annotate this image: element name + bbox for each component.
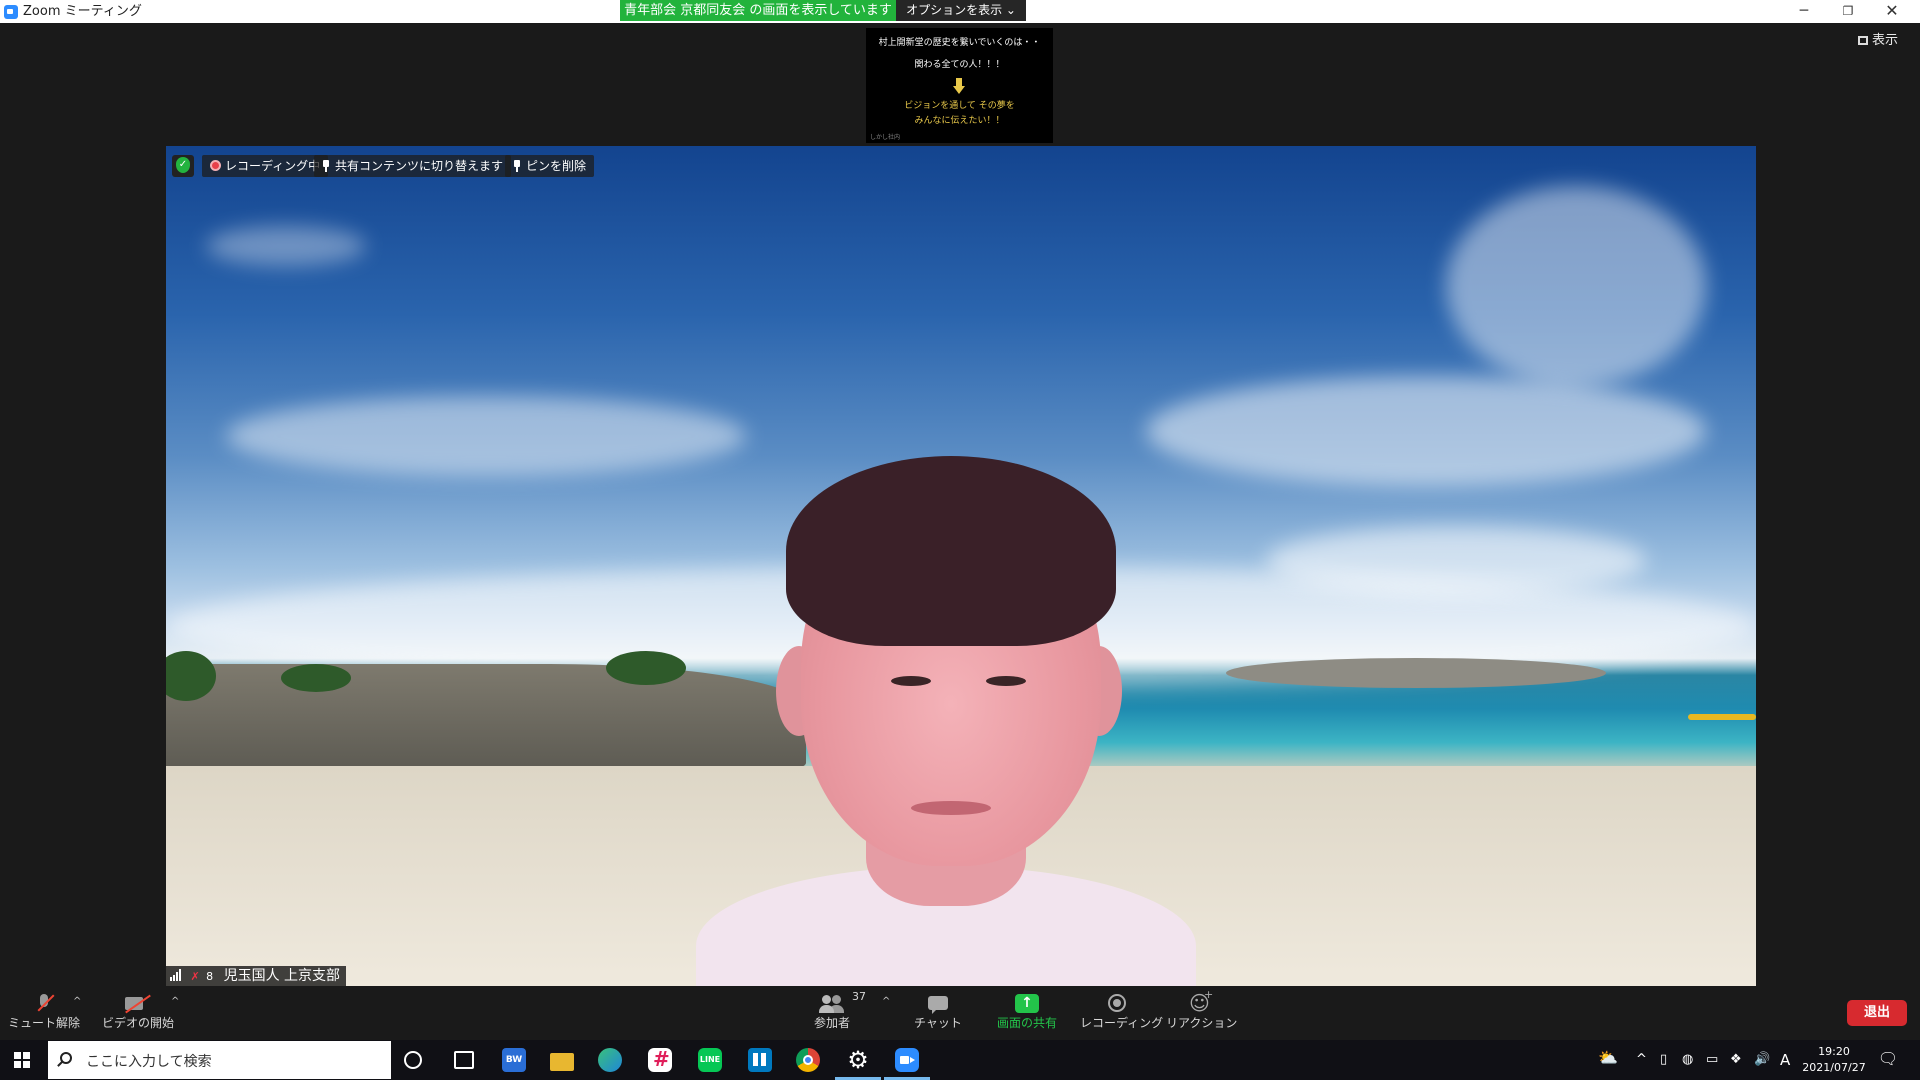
person-mouth — [911, 801, 991, 815]
audio-options-caret[interactable]: ^ — [73, 996, 81, 1007]
zoom-taskbar-icon[interactable] — [895, 1048, 919, 1072]
view-layout-button[interactable]: 表示 — [1852, 31, 1904, 51]
shared-line-1: 村上開新堂の歴史を繋いでいくのは・・ — [878, 38, 1041, 48]
tray-device-icon[interactable]: ▯ — [1660, 1052, 1667, 1068]
view-label: 表示 — [1872, 33, 1899, 48]
person-hair — [786, 456, 1116, 646]
shared-line-2: 関わる全ての人！！！ — [914, 60, 1005, 70]
weather-icon[interactable]: ⛅ — [1598, 1050, 1618, 1066]
recording-indicator[interactable]: レコーディング中 — [202, 155, 329, 177]
camera-off-icon — [125, 994, 151, 1014]
unmute-button[interactable]: ミュート解除 — [8, 988, 80, 1040]
edge-browser-icon[interactable] — [598, 1048, 622, 1072]
shared-line-3: ビジョンを通して その夢を — [904, 101, 1015, 111]
volume-icon[interactable]: 🔊 — [1754, 1052, 1770, 1068]
participant-number: 8 — [206, 970, 214, 983]
line-app-icon[interactable]: LINE — [698, 1048, 722, 1072]
shared-line-4: みんなに伝えたい！！ — [914, 116, 1005, 126]
ime-indicator[interactable]: A — [1780, 1052, 1790, 1068]
muted-mic-icon: ✗ — [190, 970, 200, 983]
screen-share-banner: 青年部会 京都同友会 の画面を表示しています — [620, 0, 896, 21]
unpin-button[interactable]: ピンを削除 — [505, 155, 595, 177]
search-placeholder: ここに入力して検索 — [86, 1054, 212, 1070]
cloud — [1446, 186, 1706, 386]
windows-start-icon[interactable] — [14, 1052, 30, 1068]
leave-button[interactable]: 退出 — [1847, 1000, 1907, 1026]
window-title: Zoom ミーティング — [23, 4, 142, 19]
zoom-window: Zoom ミーティング ─ ❐ ✕ 青年部会 京都同友会 の画面を表示しています… — [0, 0, 1920, 1080]
down-arrow-icon — [953, 78, 965, 94]
reaction-smiley-icon — [1189, 988, 1213, 1014]
signal-strength-icon — [170, 969, 184, 981]
cloud — [1266, 526, 1646, 596]
microphone-muted-icon — [37, 994, 51, 1014]
zoom-app-icon — [4, 5, 18, 19]
start-video-label: ビデオの開始 — [101, 1016, 174, 1030]
shared-footer: しかし社内 — [870, 134, 901, 141]
recording-button[interactable]: レコーディング — [1080, 988, 1164, 1040]
participants-options-caret[interactable]: ^ — [882, 996, 890, 1007]
start-video-button[interactable]: ビデオの開始 — [100, 988, 176, 1040]
chrome-icon[interactable] — [796, 1048, 820, 1072]
tray-security-icon[interactable]: ◍ — [1682, 1052, 1693, 1068]
share-screen-label: 画面の共有 — [996, 1016, 1057, 1030]
switch-label: 共有コンテンツに切り替えます — [335, 159, 504, 173]
participant-person — [636, 386, 1256, 986]
chat-icon — [927, 994, 949, 1014]
record-icon — [1108, 994, 1128, 1014]
chat-label: チャット — [914, 1016, 962, 1030]
pin-icon — [322, 160, 330, 172]
switch-to-shared-button[interactable]: 共有コンテンツに切り替えます — [314, 155, 512, 177]
notification-icon[interactable]: 🗨 — [1877, 1049, 1899, 1071]
cortana-icon[interactable] — [404, 1051, 422, 1069]
speaker-video[interactable] — [166, 146, 1756, 986]
reactions-label: リアクション — [1166, 1016, 1238, 1030]
cloud — [206, 226, 366, 266]
dropbox-icon[interactable]: ❖ — [1730, 1052, 1742, 1068]
tray-chevron-icon[interactable]: ^ — [1636, 1052, 1647, 1068]
slack-icon[interactable] — [648, 1047, 672, 1072]
settings-gear-icon[interactable]: ⚙ — [846, 1048, 870, 1072]
bw-app-icon[interactable]: BW — [502, 1048, 526, 1072]
meeting-controls: ミュート解除 ^ ビデオの開始 ^ 参加者 37 ^ チャット 画面の共有 レコ… — [0, 988, 1920, 1040]
restore-button[interactable]: ❐ — [1826, 0, 1870, 23]
unmute-label: ミュート解除 — [8, 1016, 81, 1030]
taskbar-clock[interactable]: 19:20 2021/07/27 — [1796, 1044, 1872, 1076]
participant-count: 37 — [852, 990, 866, 1003]
minimize-button[interactable]: ─ — [1782, 0, 1826, 23]
participant-name: 児玉国人 上京支部 — [223, 968, 341, 984]
recording-dot-icon — [210, 160, 221, 171]
shared-screen-thumbnail[interactable]: 村上開新堂の歴史を繋いでいくのは・・ 関わる全ての人！！！ ビジョンを通して そ… — [866, 28, 1053, 143]
file-explorer-icon[interactable] — [550, 1053, 574, 1071]
grid-icon — [1858, 36, 1868, 45]
pin-icon — [513, 160, 521, 172]
person-eye — [986, 676, 1026, 686]
unpin-label: ピンを削除 — [526, 159, 587, 173]
share-screen-button[interactable]: 画面の共有 — [990, 988, 1064, 1040]
task-view-icon[interactable] — [454, 1051, 474, 1069]
person-eye — [891, 676, 931, 686]
reactions-button[interactable]: リアクション — [1166, 988, 1238, 1040]
participant-name-tag: ✗ 8 児玉国人 上京支部 — [166, 966, 347, 986]
share-screen-icon — [1015, 994, 1039, 1014]
distant-islet — [1226, 658, 1606, 688]
windows-taskbar: ここに入力して検索 BW LINE ⚙ ⛅ ^ ▯ ◍ ▭ ❖ 🔊 A 19:2… — [0, 1040, 1920, 1080]
video-options-caret[interactable]: ^ — [171, 996, 179, 1007]
recording-button-label: レコーディング — [1080, 1016, 1164, 1030]
kayak — [1688, 714, 1756, 720]
network-icon[interactable]: ▭ — [1706, 1052, 1718, 1068]
recording-label: レコーディング中 — [225, 159, 321, 173]
close-button[interactable]: ✕ — [1870, 0, 1914, 23]
chat-button[interactable]: チャット — [910, 988, 966, 1040]
security-shield-icon[interactable] — [172, 155, 194, 177]
view-options-button[interactable]: オプションを表示 ⌄ — [896, 0, 1026, 21]
clock-date: 2021/07/27 — [1802, 1061, 1866, 1074]
search-icon — [60, 1052, 72, 1064]
participants-label: 参加者 — [813, 1016, 850, 1030]
trello-icon[interactable] — [748, 1048, 772, 1072]
taskbar-search[interactable]: ここに入力して検索 — [48, 1041, 391, 1079]
bush — [281, 664, 351, 692]
clock-time: 19:20 — [1818, 1045, 1850, 1058]
participants-icon — [819, 994, 845, 1014]
